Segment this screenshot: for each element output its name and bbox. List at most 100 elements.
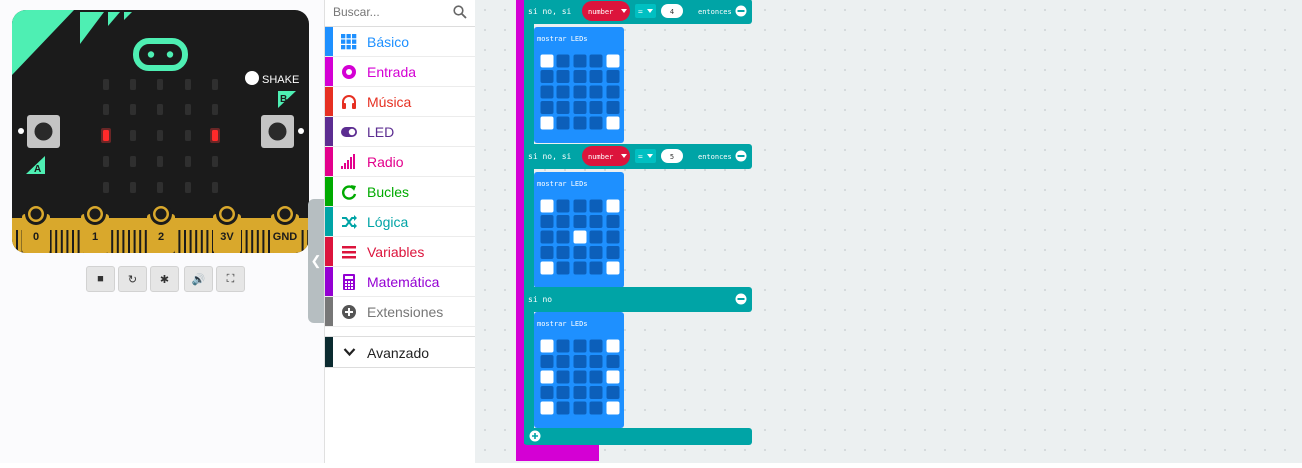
led-cell-off[interactable] — [540, 230, 554, 244]
if-block-header[interactable]: si no, si number = 5 entonces — [524, 144, 752, 169]
led-cell-on[interactable] — [540, 261, 554, 275]
led-cell-off[interactable] — [540, 355, 554, 368]
led-cell-on[interactable] — [606, 370, 620, 384]
fullscreen-button[interactable]: ⛶ — [216, 266, 245, 292]
led-cell-on[interactable] — [540, 199, 554, 213]
led-cell-off[interactable] — [606, 70, 620, 83]
restart-button[interactable]: ↻ — [118, 266, 147, 292]
led-cell-off[interactable] — [589, 70, 603, 83]
led-cell-off[interactable] — [573, 246, 587, 259]
led-cell-off[interactable] — [589, 54, 603, 68]
led-cell-off[interactable] — [589, 401, 603, 415]
led-cell-off[interactable] — [556, 230, 570, 244]
led-cell-off[interactable] — [573, 386, 587, 399]
led-cell-off[interactable] — [573, 370, 587, 384]
led-cell-on[interactable] — [606, 261, 620, 275]
led-cell-off[interactable] — [573, 339, 587, 353]
led-cell-off[interactable] — [606, 101, 620, 114]
show-leds-block[interactable]: mostrar LEDs — [534, 27, 624, 143]
category-bucles[interactable]: Bucles — [325, 177, 475, 207]
led-cell-off[interactable] — [589, 339, 603, 353]
led-cell-on[interactable] — [540, 401, 554, 415]
led-cell-off[interactable] — [573, 85, 587, 99]
led-cell-on[interactable] — [540, 370, 554, 384]
led-cell-off[interactable] — [556, 199, 570, 213]
led-cell-off[interactable] — [589, 370, 603, 384]
led-cell-off[interactable] — [556, 116, 570, 130]
led-cell-off[interactable] — [589, 116, 603, 130]
category-advanced[interactable]: Avanzado — [325, 336, 475, 368]
led-cell-off[interactable] — [606, 85, 620, 99]
led-cell-off[interactable] — [589, 199, 603, 213]
led-cell-off[interactable] — [606, 230, 620, 244]
led-cell-on[interactable] — [606, 116, 620, 130]
led-cell-off[interactable] — [556, 215, 570, 228]
led-cell-on[interactable] — [606, 339, 620, 353]
show-leds-block[interactable]: mostrar LEDs — [534, 312, 624, 428]
led-cell-off[interactable] — [573, 261, 587, 275]
search-icon[interactable] — [453, 5, 467, 19]
led-cell-off[interactable] — [556, 339, 570, 353]
led-cell-off[interactable] — [556, 386, 570, 399]
category-extensiones[interactable]: Extensiones — [325, 297, 475, 327]
collapse-simulator-button[interactable]: ❮ — [308, 199, 324, 323]
blocks-canvas[interactable]: mostrar LEDs si no, si number = 4 entonces mos… — [475, 0, 1302, 463]
led-cell-on[interactable] — [540, 339, 554, 353]
category-radio[interactable]: Radio — [325, 147, 475, 177]
led-cell-off[interactable] — [540, 70, 554, 83]
led-cell-off[interactable] — [556, 370, 570, 384]
led-cell-off[interactable] — [556, 54, 570, 68]
led-cell-off[interactable] — [540, 215, 554, 228]
led-cell-off[interactable] — [556, 401, 570, 415]
led-cell-off[interactable] — [556, 70, 570, 83]
if-header-bar[interactable] — [524, 287, 752, 312]
mute-button[interactable]: 🔊 — [184, 266, 213, 292]
led-cell-off[interactable] — [589, 101, 603, 114]
category-matemática[interactable]: Matemática — [325, 267, 475, 297]
led-cell-off[interactable] — [573, 70, 587, 83]
led-cell-off[interactable] — [589, 355, 603, 368]
led-cell-off[interactable] — [556, 85, 570, 99]
led-cell-off[interactable] — [573, 116, 587, 130]
led-cell-off[interactable] — [589, 261, 603, 275]
shake-button-icon[interactable] — [245, 71, 259, 85]
button-b-cap[interactable] — [268, 122, 287, 141]
led-cell-on[interactable] — [573, 230, 587, 244]
led-cell-off[interactable] — [573, 215, 587, 228]
stop-button[interactable]: ■ — [86, 266, 115, 292]
led-cell-on[interactable] — [606, 199, 620, 213]
led-cell-off[interactable] — [606, 246, 620, 259]
category-música[interactable]: Música — [325, 87, 475, 117]
if-block-header[interactable]: si no, si number = 4 entonces — [524, 0, 752, 24]
category-entrada[interactable]: Entrada — [325, 57, 475, 87]
led-cell-off[interactable] — [606, 386, 620, 399]
led-cell-off[interactable] — [589, 215, 603, 228]
led-cell-off[interactable] — [589, 246, 603, 259]
button-a-cap[interactable] — [34, 122, 53, 141]
led-cell-on[interactable] — [606, 54, 620, 68]
led-cell-off[interactable] — [573, 355, 587, 368]
led-cell-off[interactable] — [540, 101, 554, 114]
blocks-workspace[interactable]: mostrar LEDs si no, si number = 4 entonces mos… — [475, 0, 1302, 463]
led-cell-off[interactable] — [573, 199, 587, 213]
led-cell-off[interactable] — [556, 261, 570, 275]
led-cell-off[interactable] — [589, 386, 603, 399]
led-cell-off[interactable] — [606, 355, 620, 368]
if-block-header[interactable]: si no — [524, 287, 752, 312]
show-leds-block[interactable]: mostrar LEDs — [534, 172, 624, 288]
search-input[interactable] — [331, 4, 451, 20]
led-cell-off[interactable] — [573, 401, 587, 415]
led-cell-on[interactable] — [606, 401, 620, 415]
category-lógica[interactable]: Lógica — [325, 207, 475, 237]
led-cell-off[interactable] — [606, 215, 620, 228]
led-cell-on[interactable] — [540, 54, 554, 68]
category-led[interactable]: LED — [325, 117, 475, 147]
led-cell-off[interactable] — [556, 246, 570, 259]
led-cell-off[interactable] — [573, 101, 587, 114]
led-cell-off[interactable] — [540, 246, 554, 259]
led-cell-off[interactable] — [556, 355, 570, 368]
category-básico[interactable]: Básico — [325, 27, 475, 57]
category-variables[interactable]: Variables — [325, 237, 475, 267]
led-cell-off[interactable] — [573, 54, 587, 68]
led-cell-off[interactable] — [556, 101, 570, 114]
